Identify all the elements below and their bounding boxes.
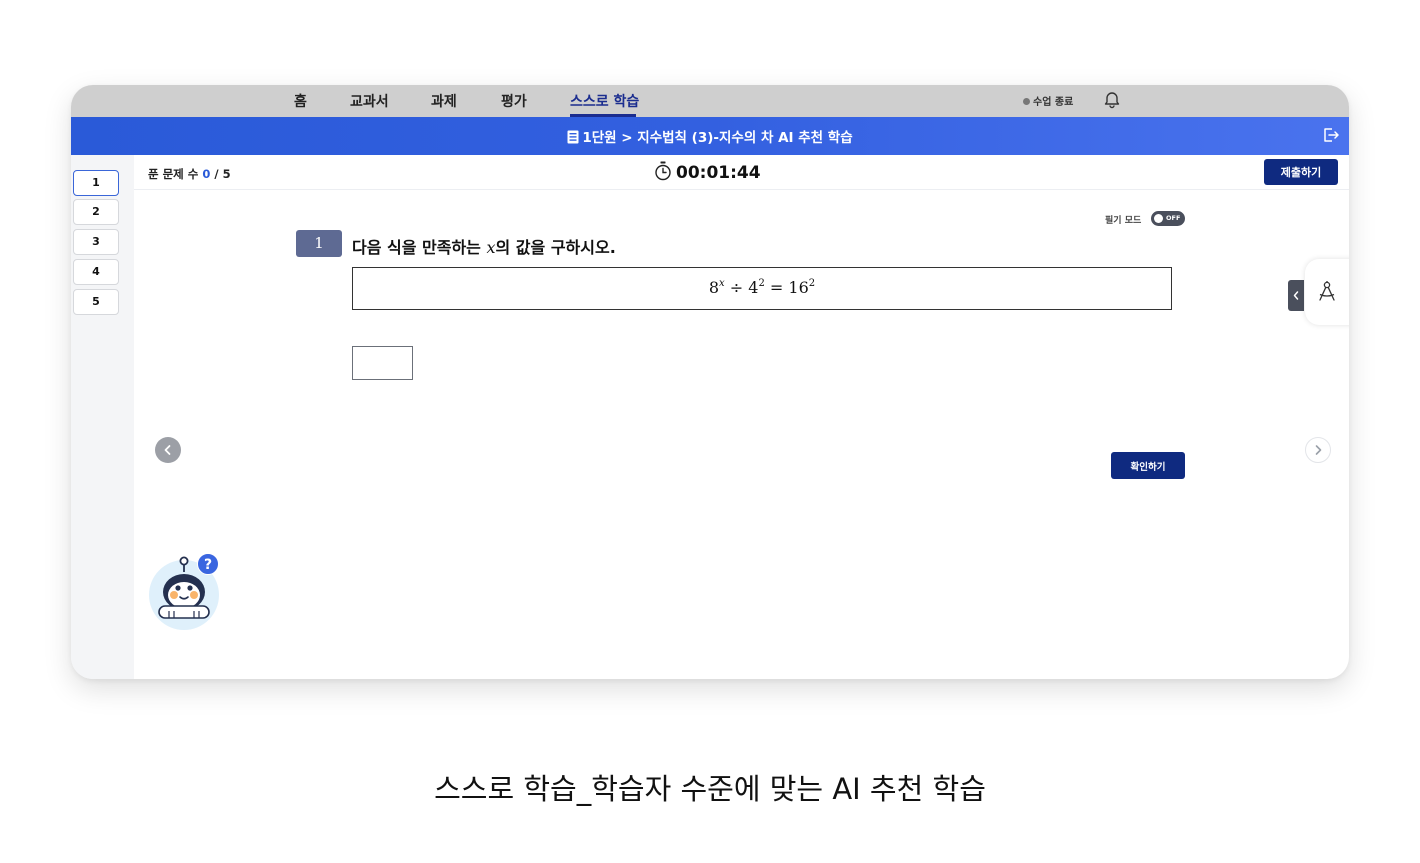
eq-base-1: 8: [708, 278, 720, 297]
lesson-title-bar: 1단원 > 지수법칙 (3)-지수의 차 AI 추천 학습: [71, 117, 1349, 155]
progress-header: 푼 문제 수 0 / 5 00:01:44 제출하기: [134, 155, 1349, 190]
slide-caption: 스스로 학습_학습자 수준에 맞는 AI 추천 학습: [434, 772, 986, 806]
status-dot-icon: [1023, 98, 1030, 105]
eq-exp-1: x: [719, 278, 725, 289]
question-text: 다음 식을 만족하는 x의 값을 구하시오.: [352, 234, 616, 258]
bell-icon[interactable]: [1102, 89, 1122, 109]
tool-panel[interactable]: [1305, 259, 1349, 325]
exit-icon[interactable]: [1321, 125, 1341, 145]
nav-evaluation[interactable]: 평가: [501, 91, 527, 111]
solved-count: 푼 문제 수 0 / 5: [148, 166, 231, 182]
top-nav: 홈 교과서 과제 평가 스스로 학습 수업 종료: [71, 85, 1349, 117]
question-tab-4[interactable]: 4: [73, 259, 119, 285]
nav-self-study[interactable]: 스스로 학습: [570, 91, 639, 111]
question-sidebar: 1 2 3 4 5: [71, 155, 134, 679]
solved-total: / 5: [214, 167, 231, 181]
stopwatch-icon: [655, 161, 671, 181]
solved-label: 푼 문제 수: [148, 167, 199, 181]
question-text-before: 다음 식을 만족하는: [352, 238, 481, 257]
question-tab-5[interactable]: 5: [73, 289, 119, 315]
document-icon: [567, 130, 579, 144]
eq-exp-2: 2: [758, 278, 765, 289]
question-number-badge: 1: [296, 230, 342, 257]
nav-assignment[interactable]: 과제: [431, 91, 457, 111]
pen-mode-toggle[interactable]: OFF: [1151, 211, 1185, 226]
submit-button[interactable]: 제출하기: [1264, 159, 1338, 185]
nav-textbook[interactable]: 교과서: [350, 91, 389, 111]
timer-value: 00:01:44: [676, 163, 761, 183]
app-window: 홈 교과서 과제 평가 스스로 학습 수업 종료 1단원 > 지수법칙 (3)-…: [71, 85, 1349, 679]
previous-question-button[interactable]: [155, 437, 181, 463]
eq-op-1: ÷: [729, 278, 744, 297]
equation-box: 8x ÷ 42 = 162: [352, 267, 1172, 310]
timer: 00:01:44: [654, 161, 761, 183]
eq-op-2: =: [769, 278, 784, 297]
end-class-label: 수업 종료: [1033, 97, 1074, 108]
chevron-right-icon: [1315, 445, 1322, 455]
lesson-title: 1단원 > 지수법칙 (3)-지수의 차 AI 추천 학습: [582, 130, 853, 146]
confirm-button[interactable]: 확인하기: [1111, 452, 1185, 479]
compass-icon: [1319, 281, 1335, 301]
question-tab-3[interactable]: 3: [73, 229, 119, 255]
help-badge[interactable]: ?: [197, 553, 219, 575]
question-variable: x: [486, 238, 496, 257]
tool-panel-toggle[interactable]: [1288, 280, 1304, 311]
question-tab-2[interactable]: 2: [73, 199, 119, 225]
end-class-button[interactable]: 수업 종료: [1023, 93, 1073, 108]
next-question-button[interactable]: [1305, 437, 1331, 463]
nav-home[interactable]: 홈: [294, 91, 307, 111]
question-tab-1[interactable]: 1: [73, 170, 119, 196]
pen-mode-label: 필기 모드: [1105, 216, 1142, 226]
chevron-left-icon: [164, 445, 171, 455]
answer-input[interactable]: [352, 346, 413, 380]
toggle-knob: [1154, 214, 1163, 223]
toggle-state: OFF: [1166, 214, 1181, 222]
solved-number: 0: [202, 167, 211, 181]
eq-exp-3: 2: [808, 278, 816, 289]
chevron-left-icon: [1293, 291, 1299, 300]
question-text-after: 의 값을 구하시오.: [495, 238, 616, 257]
eq-base-2: 4: [748, 278, 759, 297]
eq-base-3: 16: [788, 278, 809, 297]
